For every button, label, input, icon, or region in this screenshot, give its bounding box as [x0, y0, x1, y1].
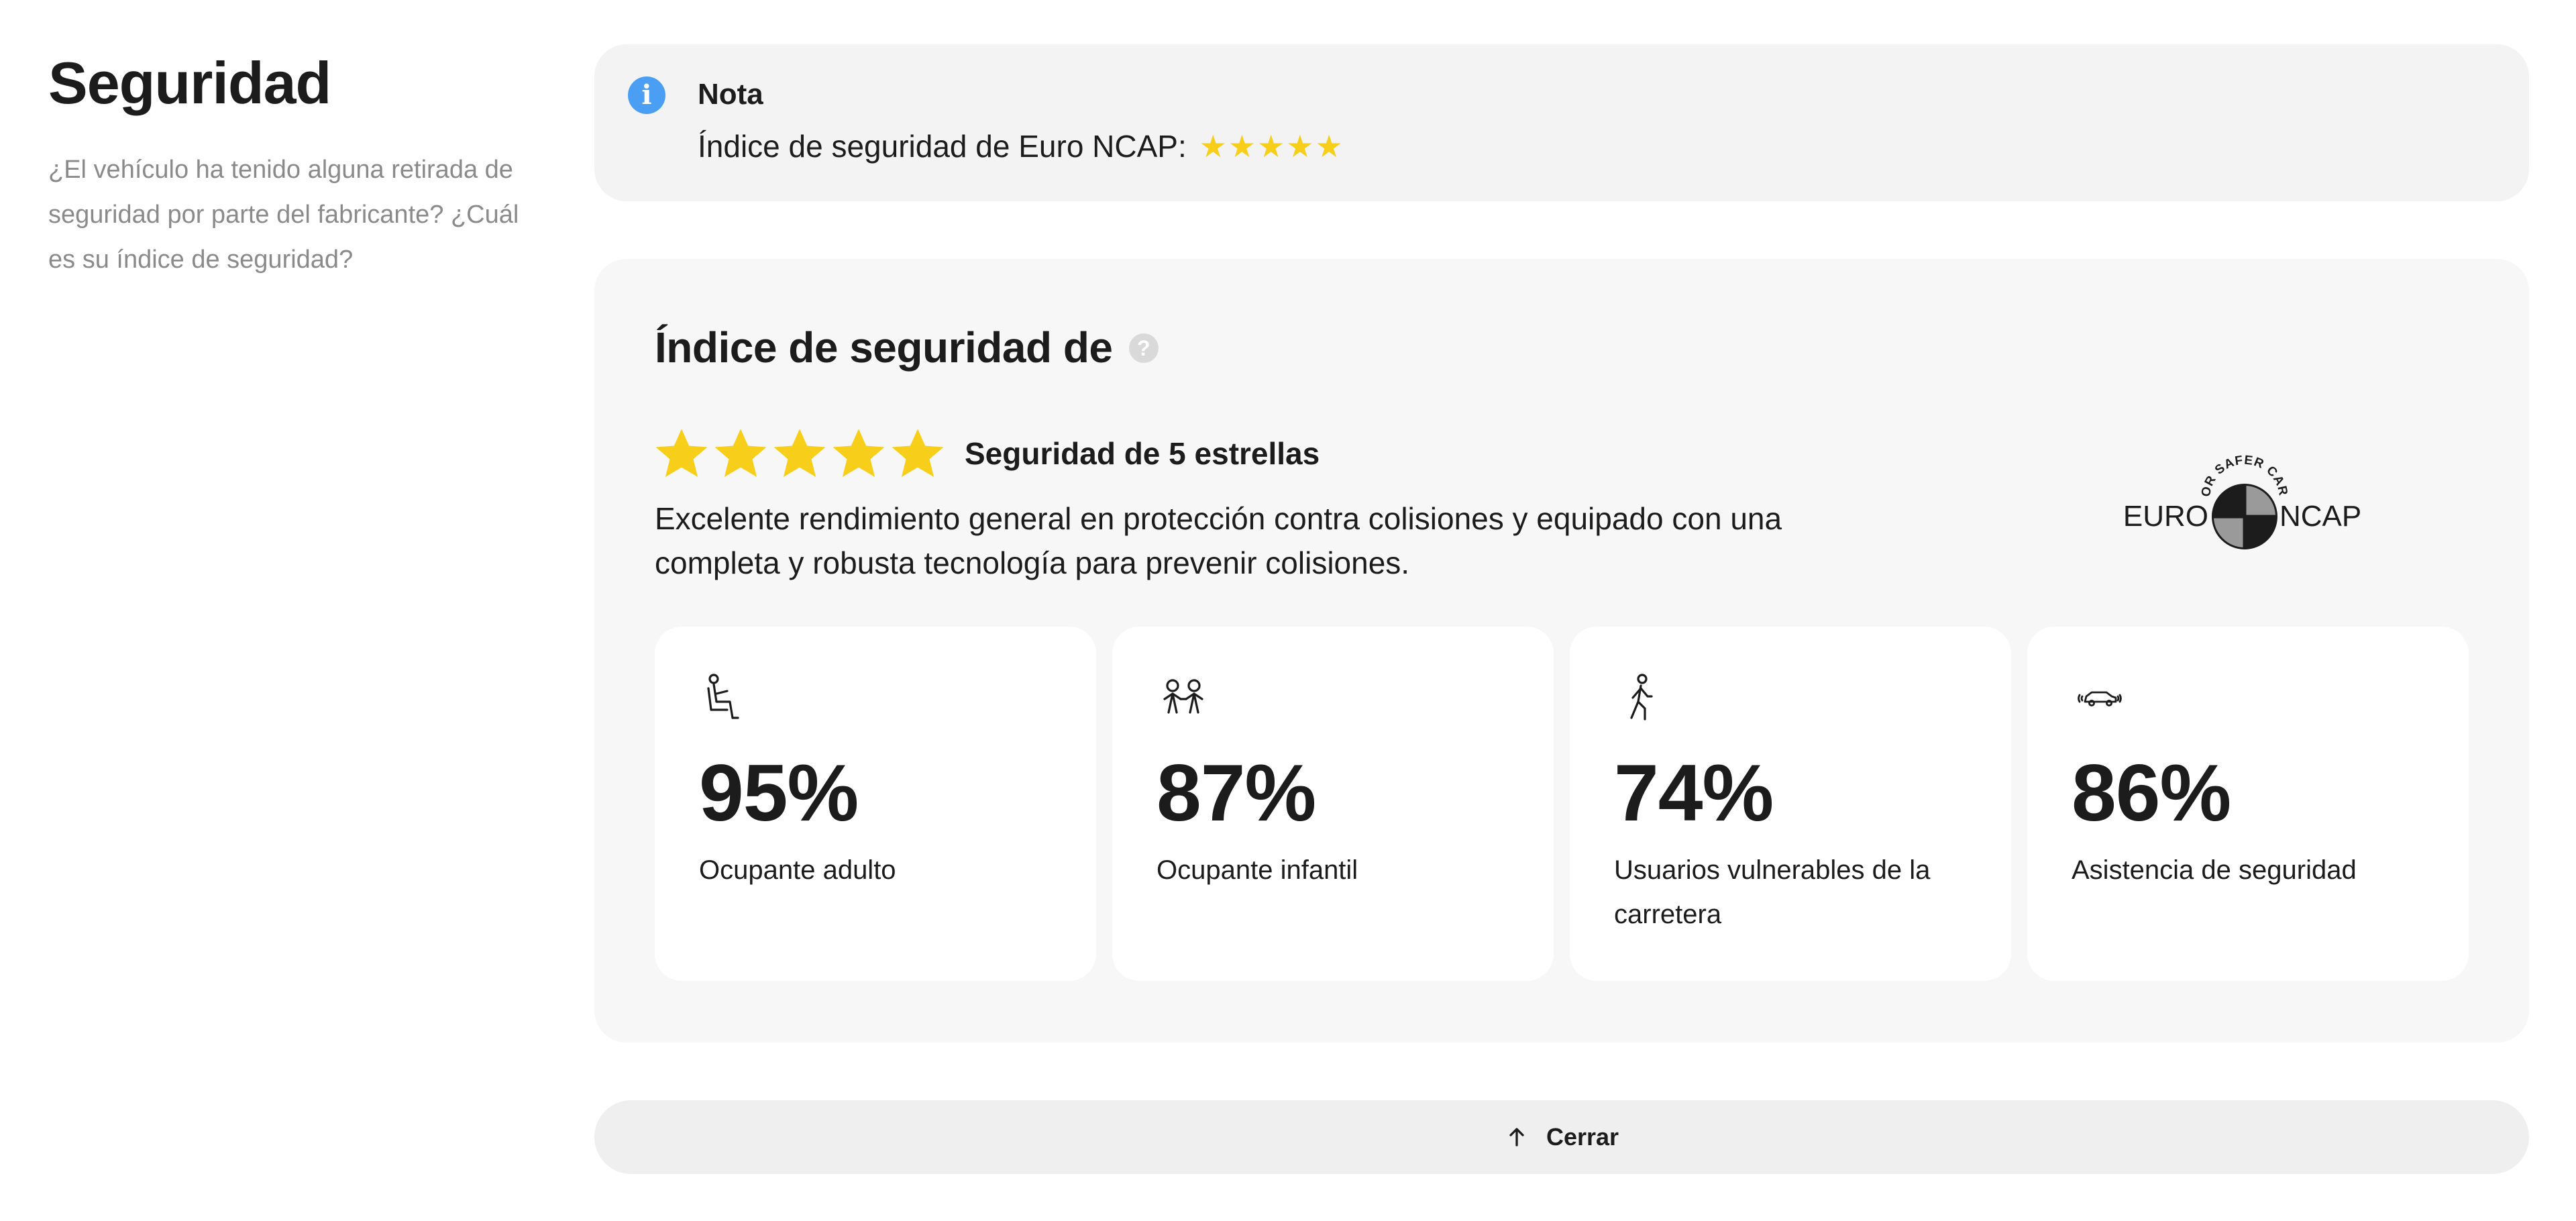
metric-value: 86%	[2072, 748, 2231, 838]
euro-ncap-logo: FOR SAFER CARS EURO NCAP	[2124, 447, 2361, 549]
metric-label: Usuarios vulnerables de la carretera	[1614, 855, 1931, 929]
svg-text:FOR SAFER CARS: FOR SAFER CARS	[2124, 447, 2290, 498]
logo-right-text: NCAP	[2279, 500, 2361, 533]
pedestrian-icon	[1630, 674, 1653, 721]
metric-value: 74%	[1614, 748, 1774, 838]
note-banner: i Nota Índice de seguridad de Euro NCAP:…	[594, 44, 2529, 201]
star-icon	[833, 429, 885, 477]
metric-label: Ocupante adulto	[699, 855, 896, 885]
metric-card-child: 87% Ocupante infantil	[1112, 627, 1554, 981]
metrics-grid: 95% Ocupante adulto 87% Ocupante infanti…	[655, 627, 2469, 981]
note-title: Nota	[698, 78, 763, 111]
help-icon[interactable]: ?	[1128, 333, 1159, 364]
note-text: Índice de seguridad de Euro NCAP: ★★★★★	[698, 127, 1344, 165]
close-button-label: Cerrar	[1546, 1123, 1619, 1151]
section-sidebar: Seguridad ¿El vehículo ha tenido alguna …	[48, 48, 531, 282]
rating-title: Índice de seguridad de?	[655, 321, 1159, 374]
note-stars: ★★★★★	[1199, 129, 1344, 164]
metric-card-adult: 95% Ocupante adulto	[655, 627, 1096, 981]
metric-card-safety-assist: 86% Asistencia de seguridad	[2027, 627, 2469, 981]
star-icon	[773, 429, 826, 477]
star-icon	[714, 429, 767, 477]
car-sensor-icon	[2078, 691, 2122, 707]
logo-left-text: EURO	[2124, 500, 2208, 533]
metric-label: Asistencia de seguridad	[2072, 855, 2357, 885]
arrow-up-icon	[1509, 1128, 1524, 1147]
metric-card-pedestrian: 74% Usuarios vulnerables de la carretera	[1570, 627, 2011, 981]
star-icon	[655, 429, 708, 477]
rating-title-text: Índice de seguridad de	[655, 323, 1113, 372]
child-occupant-icon	[1163, 679, 1203, 714]
metric-value: 87%	[1157, 748, 1316, 838]
section-description: ¿El vehículo ha tenido alguna retirada d…	[48, 156, 519, 274]
logo-top-text: FOR SAFER CARS	[2124, 447, 2290, 498]
main-content: i Nota Índice de seguridad de Euro NCAP:…	[594, 44, 2529, 1174]
note-text-label: Índice de seguridad de Euro NCAP:	[698, 129, 1187, 164]
metric-value: 95%	[699, 748, 859, 838]
stars-row: Seguridad de 5 estrellas	[653, 420, 1320, 487]
info-icon: i	[628, 76, 665, 114]
safety-rating-card: Índice de seguridad de? Seguridad de 5 e…	[594, 259, 2529, 1043]
stars-label: Seguridad de 5 estrellas	[965, 436, 1320, 471]
close-button[interactable]: Cerrar	[594, 1100, 2529, 1174]
adult-occupant-icon	[707, 674, 739, 719]
page-title: Seguridad	[48, 50, 331, 116]
metric-label: Ocupante infantil	[1157, 855, 1358, 885]
star-icon	[892, 429, 944, 477]
rating-description: Excelente rendimiento general en protecc…	[655, 501, 1782, 580]
